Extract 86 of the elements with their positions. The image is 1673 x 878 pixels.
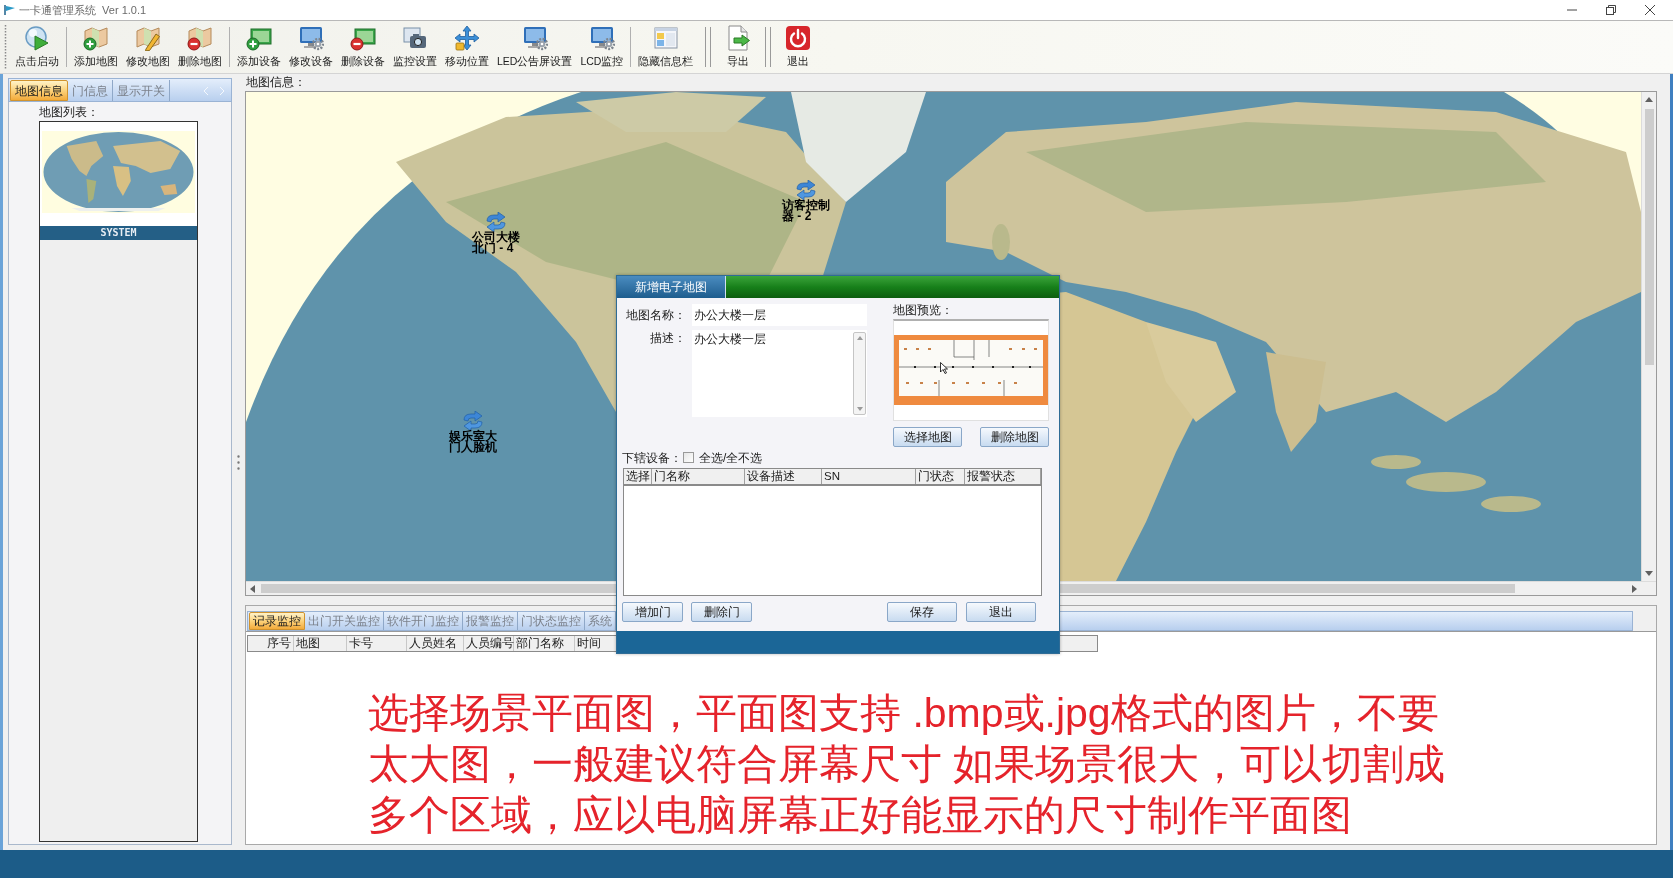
monitor-gear-icon xyxy=(298,25,324,51)
column-header[interactable]: 卡号 xyxy=(347,636,407,651)
button[interactable]: 删除门 xyxy=(691,602,752,622)
flag-icon xyxy=(4,5,16,15)
button[interactable]: 删除地图 xyxy=(980,427,1049,447)
window-title: 一卡通管理系统 Ver 1.0.1 xyxy=(19,2,147,18)
map-name: SYSTEM xyxy=(40,226,197,240)
map-add-icon xyxy=(83,25,109,51)
checkbox-label[interactable]: 全选/全不选 xyxy=(699,451,763,464)
column-header[interactable]: 门名称 xyxy=(652,469,745,484)
devices-label: 下辖设备： xyxy=(622,451,682,464)
column-header[interactable]: 设备描述 xyxy=(745,469,822,484)
grip-icon xyxy=(4,25,7,69)
column-header[interactable]: 门状态 xyxy=(916,469,965,484)
swap-arrows-icon xyxy=(795,180,817,200)
map-view-label: 地图信息： xyxy=(245,74,307,91)
toolbar-button[interactable]: 隐藏信息栏 xyxy=(634,21,698,73)
toolbar-button[interactable]: LCD监控 xyxy=(576,21,628,73)
map-edit-icon xyxy=(135,25,161,51)
chevron-left-icon[interactable] xyxy=(203,86,209,95)
column-header[interactable]: 人员姓名 xyxy=(407,636,464,651)
tab[interactable]: 记录监控 xyxy=(249,612,305,630)
screen-add-icon xyxy=(246,25,272,51)
camera-icon xyxy=(402,25,428,51)
preview-label: 地图预览： xyxy=(893,304,954,319)
scrollbar-thumb[interactable] xyxy=(1644,109,1654,365)
grip-dots-icon[interactable] xyxy=(237,454,240,470)
scroll-left-icon[interactable] xyxy=(250,584,255,593)
swap-arrows-icon xyxy=(462,411,484,431)
field-label: 描述： xyxy=(649,330,686,347)
chevron-right-icon[interactable] xyxy=(219,86,225,95)
restore-icon[interactable] xyxy=(1606,5,1616,15)
scroll-down-icon[interactable] xyxy=(1645,571,1653,576)
column-header[interactable]: 地图 xyxy=(294,636,347,651)
monitor-gear-icon xyxy=(521,25,548,51)
column-header[interactable]: SN xyxy=(822,469,916,484)
toolbar-button[interactable]: 删除地图 xyxy=(174,21,226,73)
swap-arrows-icon xyxy=(485,212,507,232)
toolbar-button[interactable]: 导出 xyxy=(719,21,758,73)
toolbar-button[interactable]: 监控设置 xyxy=(389,21,441,73)
window-panels-icon xyxy=(652,25,679,51)
device-label[interactable]: 访客控制器 - 2 xyxy=(782,200,830,222)
map-list-item[interactable]: SYSTEM xyxy=(40,122,197,240)
toolbar-button[interactable]: 添加地图 xyxy=(70,21,122,73)
text-input[interactable]: 办公大楼一层 xyxy=(692,304,867,326)
tab[interactable]: 地图信息 xyxy=(10,80,68,101)
move-arrows-icon xyxy=(454,25,480,51)
scroll-up-icon[interactable] xyxy=(856,336,863,340)
toolbar-button[interactable]: 点击启动 xyxy=(11,21,63,73)
pointer-cursor-icon xyxy=(940,361,948,374)
map-remove-icon xyxy=(187,25,213,51)
toolbar-button[interactable]: 修改设备 xyxy=(285,21,337,73)
screen-remove-icon xyxy=(350,25,376,51)
close-icon[interactable] xyxy=(1645,5,1655,15)
toolbar-button[interactable]: 退出 xyxy=(779,21,818,73)
column-header[interactable]: 序号 xyxy=(248,636,294,651)
power-icon xyxy=(785,25,812,51)
toolbar-button[interactable]: 删除设备 xyxy=(337,21,389,73)
scroll-up-icon[interactable] xyxy=(1645,97,1653,102)
device-label[interactable]: 公司大楼北门 - 4 xyxy=(472,232,520,254)
button[interactable]: 增加门 xyxy=(622,602,683,622)
column-header[interactable]: 部门名称 xyxy=(514,636,575,651)
toolbar-button[interactable]: 修改地图 xyxy=(122,21,174,73)
document-arrow-icon xyxy=(725,25,752,51)
vertical-scrollbar[interactable] xyxy=(1641,92,1656,581)
toolbar-button[interactable]: LED公告屏设置 xyxy=(493,21,577,73)
column-header[interactable]: 报警状态 xyxy=(965,469,1041,484)
text-area[interactable]: 办公大楼一层 xyxy=(692,330,867,417)
play-icon xyxy=(24,25,50,51)
monitor-gear-icon xyxy=(588,25,615,51)
caption-text: 选择场景平面图，平面图支持 .bmp或.jpg格式的图片，不要 太大图，一般建议符合屏幕尺寸 如果场景很大，可以切割成 多个区域，应以电脑屏幕正好能显示的尺寸制作平面图 xyxy=(368,689,1446,840)
scroll-right-icon[interactable] xyxy=(1632,584,1637,593)
toolbar-button[interactable]: 添加设备 xyxy=(233,21,285,73)
column-header[interactable]: 人员编号 xyxy=(464,636,514,651)
button[interactable]: 退出 xyxy=(966,602,1036,622)
button[interactable]: 保存 xyxy=(887,602,957,622)
device-label[interactable]: 娱乐室大门人脸机 xyxy=(449,431,497,453)
list-label: 地图列表： xyxy=(39,104,100,120)
column-header[interactable]: 选择 xyxy=(624,469,652,484)
button[interactable]: 选择地图 xyxy=(893,427,962,447)
toolbar-button[interactable]: 移动位置 xyxy=(441,21,493,73)
dialog-title: 新增电子地图 xyxy=(617,276,726,298)
scroll-down-icon[interactable] xyxy=(856,407,863,411)
select-all-checkbox[interactable] xyxy=(683,452,694,463)
field-label: 地图名称： xyxy=(625,307,686,324)
scrollbar[interactable] xyxy=(853,332,866,415)
